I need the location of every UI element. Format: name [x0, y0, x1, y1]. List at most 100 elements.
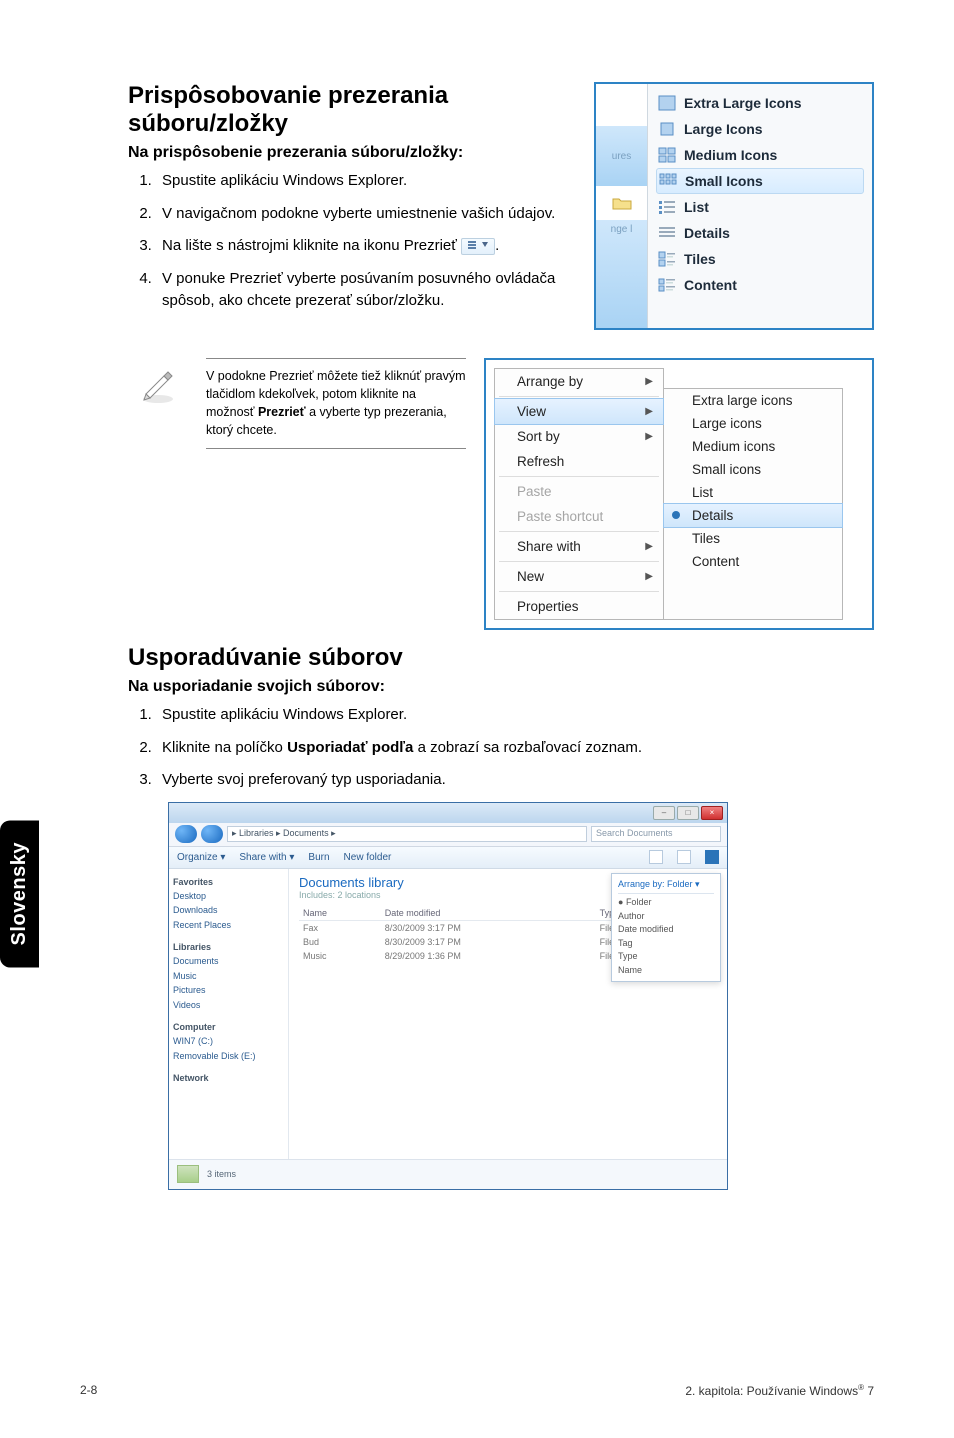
list-item: Kliknite na políčko Usporiadať podľa a z… — [156, 737, 874, 760]
submenu-item[interactable]: Extra large icons — [664, 389, 842, 412]
toolbar-new-folder[interactable]: New folder — [344, 852, 392, 863]
maximize-button[interactable]: □ — [677, 806, 699, 820]
view-option-large[interactable]: Large Icons — [656, 116, 864, 142]
step3-tail: . — [495, 237, 499, 254]
forward-button[interactable] — [201, 825, 223, 843]
window-titlebar: – □ × — [169, 803, 727, 823]
sidebar-item[interactable]: Desktop — [173, 891, 206, 901]
view-option-label: Details — [684, 225, 730, 241]
sidebar-group-libraries[interactable]: Libraries — [173, 942, 211, 952]
submenu-arrow-icon: ▶ — [645, 431, 653, 442]
menu-item-label: Sort by — [517, 429, 560, 444]
sidebar-group-favorites[interactable]: Favorites — [173, 877, 213, 887]
list-item: Spustite aplikáciu Windows Explorer. — [156, 170, 574, 193]
col-date[interactable]: Date modified — [381, 906, 596, 921]
sidebar-item[interactable]: Removable Disk (E:) — [173, 1051, 256, 1061]
menu-item-arrange-by[interactable]: Arrange by▶ — [495, 369, 663, 394]
sidebar-group-network[interactable]: Network — [173, 1073, 209, 1083]
submenu-item[interactable]: Large icons — [664, 412, 842, 435]
help-icon[interactable] — [705, 850, 719, 864]
arrange-by-dropdown[interactable]: Arrange by: Folder ▾ ● Folder Author Dat… — [611, 873, 721, 983]
submenu-item[interactable]: List — [664, 481, 842, 504]
arrange-option[interactable]: ● Folder — [618, 896, 714, 910]
view-option-label: Tiles — [684, 251, 716, 267]
view-icon[interactable] — [649, 850, 663, 864]
small-icons-icon — [659, 173, 677, 189]
menu-item-label: Properties — [517, 599, 579, 614]
step2-pre: Kliknite na políčko — [162, 739, 287, 756]
submenu-arrow-icon: ▶ — [645, 571, 653, 582]
status-bar: 3 items — [169, 1159, 727, 1189]
breadcrumb[interactable]: ▸ Libraries ▸ Documents ▸ — [227, 826, 587, 842]
view-option-details[interactable]: Details — [656, 220, 864, 246]
nav-bar: ▸ Libraries ▸ Documents ▸ Search Documen… — [169, 823, 727, 847]
submenu-item[interactable]: Content — [664, 550, 842, 573]
arrange-option[interactable]: Author — [618, 910, 714, 924]
menu-item-refresh[interactable]: Refresh — [495, 449, 663, 474]
section2-steps: Spustite aplikáciu Windows Explorer. Kli… — [128, 704, 874, 792]
view-option-content[interactable]: Content — [656, 272, 864, 298]
menu-item-properties[interactable]: Properties — [495, 594, 663, 619]
view-option-medium[interactable]: Medium Icons — [656, 142, 864, 168]
section1-heading: Prispôsobovanie prezerania súboru/zložky — [128, 82, 574, 138]
toolbar-burn[interactable]: Burn — [308, 852, 329, 863]
large-icons-icon — [658, 121, 676, 137]
submenu-arrow-icon: ▶ — [645, 376, 653, 387]
toolbar-organize[interactable]: Organize ▾ — [177, 852, 225, 863]
view-option-tiles[interactable]: Tiles — [656, 246, 864, 272]
sidebar-item[interactable]: Documents — [173, 956, 219, 966]
menu-item-label: New — [517, 569, 544, 584]
sidebar-group-computer[interactable]: Computer — [173, 1022, 216, 1032]
extra-large-icons-icon — [658, 95, 676, 111]
gutter-label: nge l — [596, 220, 648, 328]
arrange-option-label: Folder — [626, 897, 652, 907]
col-name[interactable]: Name — [299, 906, 381, 921]
menu-item-sort-by[interactable]: Sort by ▶ — [495, 424, 663, 449]
arrange-option[interactable]: Tag — [618, 937, 714, 951]
arrange-option[interactable]: Type — [618, 950, 714, 964]
submenu-item[interactable]: Tiles — [664, 527, 842, 550]
close-button[interactable]: × — [701, 806, 723, 820]
explorer-main: Documents library Includes: 2 locations … — [289, 869, 727, 1159]
minimize-button[interactable]: – — [653, 806, 675, 820]
view-option-list[interactable]: List — [656, 194, 864, 220]
toolbar: Organize ▾ Share with ▾ Burn New folder — [169, 847, 727, 869]
sidebar-item[interactable]: Downloads — [173, 905, 218, 915]
list-item: Vyberte svoj preferovaný typ usporiadani… — [156, 769, 874, 792]
cell: 8/30/2009 3:17 PM — [381, 935, 596, 949]
arrange-option[interactable]: Date modified — [618, 923, 714, 937]
view-option-extra-large[interactable]: Extra Large Icons — [656, 90, 864, 116]
submenu-arrow-icon: ▶ — [645, 406, 653, 417]
submenu-arrow-icon: ▶ — [645, 541, 653, 552]
section1-steps: Spustite aplikáciu Windows Explorer. V n… — [128, 170, 574, 313]
submenu-item-details[interactable]: Details — [663, 503, 843, 528]
chapter-label: 2. kapitola: Používanie Windows® 7 — [685, 1383, 874, 1398]
sidebar-item[interactable]: Videos — [173, 1000, 200, 1010]
view-option-small[interactable]: Small Icons — [656, 168, 864, 194]
status-thumb-icon — [177, 1165, 199, 1183]
view-dropdown-icon — [461, 238, 495, 255]
back-button[interactable] — [175, 825, 197, 843]
submenu-item[interactable]: Small icons — [664, 458, 842, 481]
preview-pane-icon[interactable] — [677, 850, 691, 864]
menu-item-view[interactable]: View▶ — [494, 398, 664, 425]
search-input[interactable]: Search Documents — [591, 826, 721, 842]
sidebar-item[interactable]: Pictures — [173, 985, 206, 995]
tiles-icon — [658, 251, 676, 267]
sidebar-item[interactable]: WIN7 (C:) — [173, 1036, 213, 1046]
sidebar-item[interactable]: Music — [173, 971, 197, 981]
sidebar-item[interactable]: Recent Places — [173, 920, 231, 930]
gutter-label: ures — [596, 126, 648, 186]
toolbar-share-with[interactable]: Share with ▾ — [239, 852, 294, 863]
list-item: V navigačnom podokne vyberte umiestnenie… — [156, 203, 574, 226]
pencil-icon — [138, 364, 178, 404]
view-size-panel: ures nge l Extra Large Icons Large Icons… — [594, 82, 874, 330]
footer-text-b: 7 — [864, 1384, 874, 1398]
arrange-option[interactable]: Name — [618, 964, 714, 978]
submenu-item[interactable]: Medium icons — [664, 435, 842, 458]
context-menu: Arrange by▶ View▶ Sort by▶ Refresh Paste… — [494, 368, 664, 620]
explorer-sidebar: Favorites Desktop Downloads Recent Place… — [169, 869, 289, 1159]
folder-icon — [596, 186, 648, 220]
menu-item-new[interactable]: New ▶ — [495, 564, 663, 589]
menu-item-share-with[interactable]: Share with▶ — [495, 534, 663, 559]
